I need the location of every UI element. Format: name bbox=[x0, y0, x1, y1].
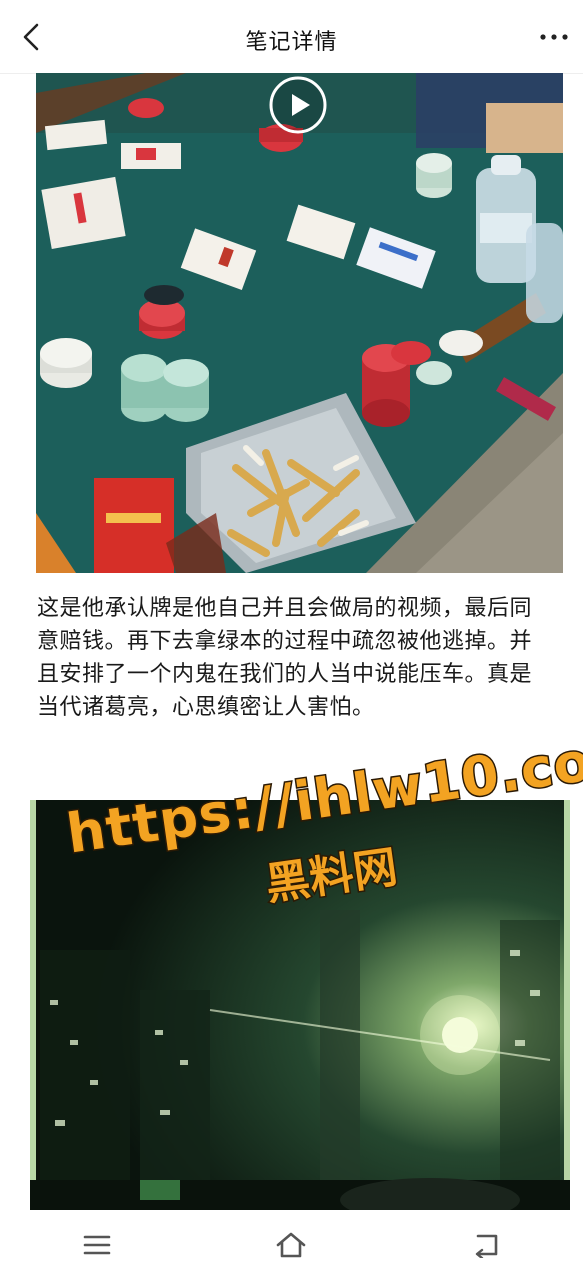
menu-icon bbox=[83, 1235, 111, 1255]
night-street-image bbox=[30, 800, 570, 1210]
play-icon[interactable] bbox=[268, 75, 328, 135]
nav-back-button[interactable] bbox=[456, 1220, 516, 1270]
system-nav-bar bbox=[0, 1210, 583, 1280]
post-body-text: 这是他承认牌是他自己并且会做局的视频，最后同意赔钱。再下去拿绿本的过程中疏忽被他… bbox=[37, 596, 533, 720]
more-button[interactable] bbox=[537, 22, 571, 52]
back-icon bbox=[475, 1234, 498, 1258]
post-video[interactable] bbox=[36, 73, 563, 573]
nav-menu-button[interactable] bbox=[67, 1220, 127, 1270]
page-title: 笔记详情 bbox=[245, 30, 338, 55]
home-icon bbox=[277, 1232, 306, 1258]
video-frame-image bbox=[36, 73, 563, 573]
post-image[interactable] bbox=[30, 800, 570, 1210]
nav-home-button[interactable] bbox=[261, 1220, 321, 1270]
more-horizontal-icon bbox=[540, 34, 568, 40]
top-bar: 笔记详情 bbox=[0, 0, 583, 74]
